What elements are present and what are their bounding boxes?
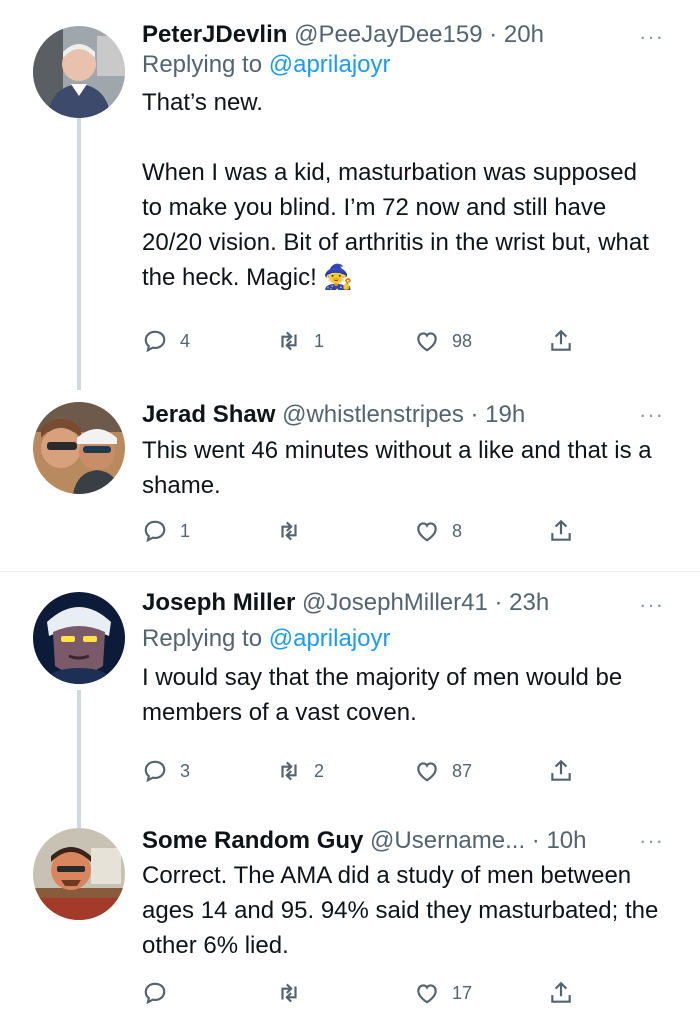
retweet-icon — [281, 331, 297, 351]
reply-button[interactable]: 1 — [142, 518, 190, 544]
retweet-icon — [281, 761, 297, 781]
tweet[interactable]: Jerad Shaw @whistlenstripes · 19h This w… — [0, 390, 700, 570]
tweet-text: This went 46 minutes without a like and … — [142, 437, 659, 499]
author-name[interactable]: Some Random Guy — [142, 827, 363, 854]
tweet-actions: 4 1 98 — [142, 328, 602, 358]
author-handle[interactable]: @Username... — [370, 827, 525, 854]
retweet-icon — [281, 521, 297, 541]
share-icon — [551, 981, 571, 1003]
replying-prefix: Replying to — [142, 51, 269, 78]
retweet-icon — [281, 983, 297, 1003]
share-icon — [551, 519, 571, 541]
share-button[interactable] — [548, 758, 574, 784]
reply-icon — [144, 982, 166, 1005]
like-icon — [417, 332, 437, 352]
author-name[interactable]: Joseph Miller — [142, 589, 295, 616]
tweet-time[interactable]: 20h — [504, 21, 544, 48]
author-name[interactable]: Jerad Shaw — [142, 401, 275, 428]
like-icon — [417, 522, 437, 542]
share-icon — [551, 759, 571, 781]
tweet-text: Correct. The AMA did a study of men betw… — [142, 862, 666, 959]
like-button[interactable]: 8 — [414, 518, 462, 544]
retweet-count: 1 — [314, 330, 325, 351]
more-icon[interactable]: ··· — [639, 402, 664, 428]
like-count: 17 — [452, 982, 473, 1003]
tweet-actions: 17 — [142, 980, 602, 1010]
reply-icon — [144, 330, 166, 353]
retweet-button[interactable]: 2 — [276, 758, 324, 784]
share-button[interactable] — [548, 518, 574, 544]
share-button[interactable] — [548, 328, 574, 354]
mention-link[interactable]: @aprilajoyr — [269, 51, 391, 78]
tweet-time[interactable]: 10h — [546, 827, 586, 854]
like-button[interactable]: 87 — [414, 758, 472, 784]
tweet[interactable]: Joseph Miller @JosephMiller41 · 23h Repl… — [0, 572, 700, 822]
author-name[interactable]: PeterJDevlin — [142, 21, 287, 48]
author-handle[interactable]: @whistlenstripes — [282, 401, 464, 428]
avatar[interactable] — [33, 828, 125, 920]
share-button[interactable] — [548, 980, 574, 1006]
separator-dot: · — [487, 589, 510, 616]
more-icon[interactable]: ··· — [639, 24, 664, 50]
tweet-actions: 1 8 — [142, 518, 602, 548]
reply-button[interactable]: 4 — [142, 328, 190, 354]
like-button[interactable]: 17 — [414, 980, 472, 1006]
reply-count: 4 — [180, 330, 191, 351]
mention-link[interactable]: @aprilajoyr — [269, 625, 391, 652]
tweet-actions: 3 2 87 — [142, 758, 602, 788]
tweet[interactable]: PeterJDevlin @PeeJayDee159 · 20h Replyin… — [0, 0, 700, 390]
replying-prefix: Replying to — [142, 625, 269, 652]
replying-to: Replying to @aprilajoyr — [142, 624, 662, 654]
reply-button[interactable] — [142, 980, 180, 1006]
tweet-text: I would say that the majority of men wou… — [142, 664, 629, 726]
replying-to: Replying to @aprilajoyr — [142, 50, 662, 80]
tweet-time[interactable]: 19h — [485, 401, 525, 428]
tweet-text: That’s new. When I was a kid, masturbati… — [142, 89, 649, 291]
avatar[interactable] — [33, 26, 125, 118]
separator-dot: · — [525, 827, 547, 854]
author-handle[interactable]: @JosephMiller41 — [302, 589, 488, 616]
share-icon — [551, 329, 571, 351]
reply-count: 1 — [180, 520, 191, 541]
retweet-count: 2 — [314, 760, 325, 781]
like-icon — [417, 762, 437, 782]
retweet-button[interactable] — [276, 518, 314, 544]
reply-icon — [144, 760, 166, 783]
like-count: 8 — [452, 520, 463, 541]
more-icon[interactable]: ··· — [639, 592, 664, 618]
retweet-button[interactable] — [276, 980, 314, 1006]
more-icon[interactable]: ··· — [639, 828, 664, 854]
separator-dot: · — [463, 401, 486, 428]
reply-button[interactable]: 3 — [142, 758, 190, 784]
like-count: 98 — [452, 330, 473, 351]
tweet[interactable]: Some Random Guy @Username... · 10h Corre… — [0, 822, 700, 1024]
tweet-time[interactable]: 23h — [509, 589, 549, 616]
like-button[interactable]: 98 — [414, 328, 472, 354]
separator-dot: · — [482, 21, 504, 48]
avatar[interactable] — [33, 402, 125, 494]
like-icon — [417, 984, 437, 1004]
author-handle[interactable]: @PeeJayDee159 — [294, 21, 482, 48]
retweet-button[interactable]: 1 — [276, 328, 324, 354]
like-count: 87 — [452, 760, 473, 781]
avatar[interactable] — [33, 592, 125, 684]
reply-count: 3 — [180, 760, 191, 781]
reply-icon — [144, 520, 166, 543]
